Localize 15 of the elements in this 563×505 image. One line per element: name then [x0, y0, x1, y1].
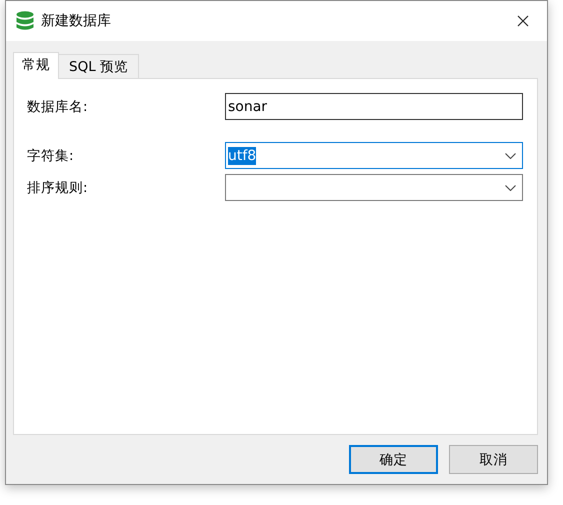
database-icon [16, 11, 34, 31]
dialog-button[interactable]: 确定 [349, 445, 438, 474]
dialog-button[interactable]: 取消 [449, 445, 538, 474]
tab[interactable]: 常规 [13, 52, 59, 79]
dropdown[interactable] [225, 174, 523, 201]
input-field[interactable]: sonar [225, 93, 523, 120]
window-title: 新建数据库 [41, 12, 112, 30]
tab[interactable]: SQL 预览 [58, 54, 140, 78]
close-icon[interactable] [517, 15, 529, 27]
chevron-down-icon [505, 152, 516, 158]
field-label: 字符集: [27, 146, 75, 164]
dropdown[interactable]: utf8 [225, 142, 523, 169]
field-label: 排序规则: [27, 178, 89, 196]
field-label: 数据库名: [27, 98, 89, 116]
chevron-down-icon [505, 184, 516, 190]
